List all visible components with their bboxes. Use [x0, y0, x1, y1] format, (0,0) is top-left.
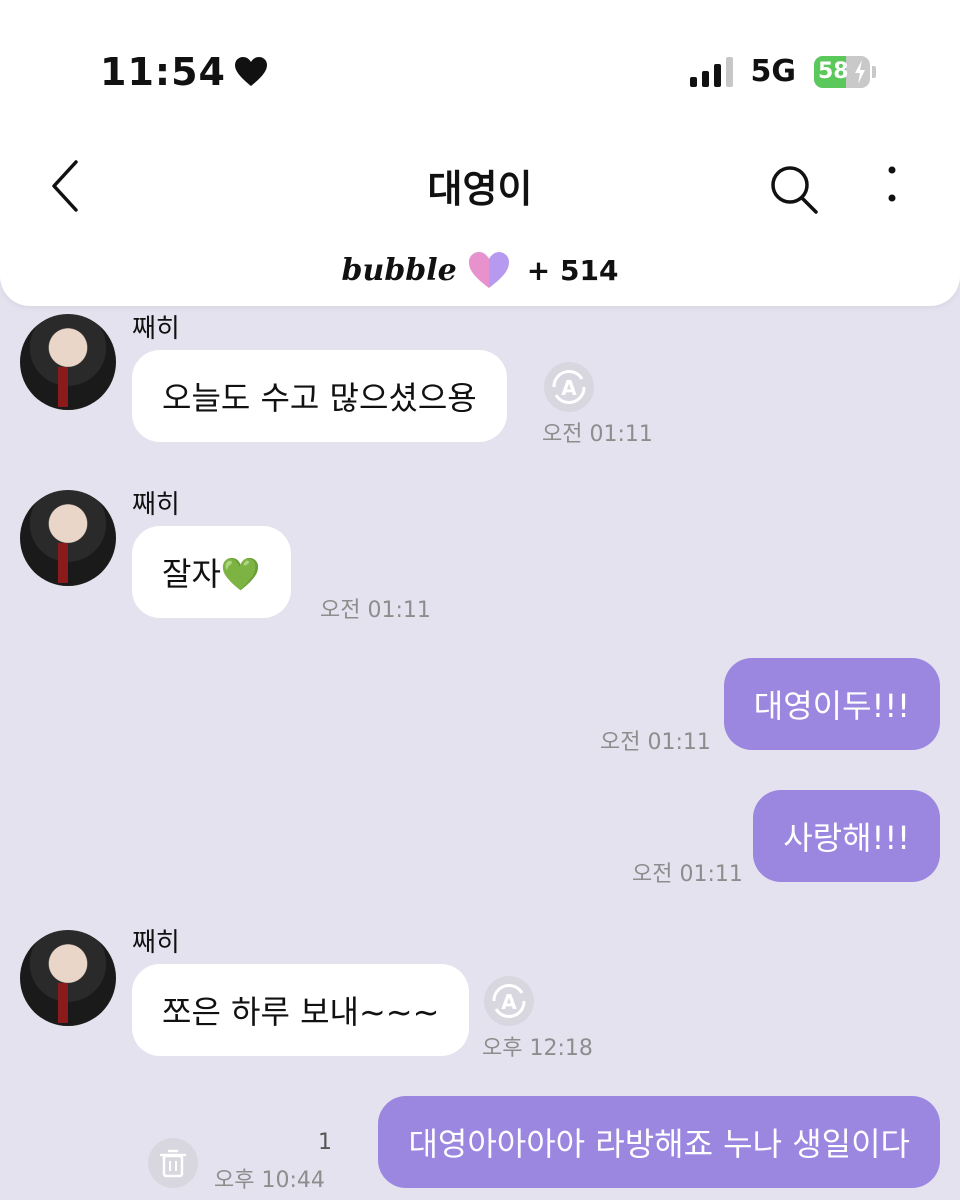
sender-name: 째히 [132, 314, 180, 344]
svg-text:A: A [561, 376, 577, 400]
svg-text:A: A [501, 990, 517, 1014]
translate-button[interactable]: A [482, 974, 536, 1032]
message-time: 오전 01:11 [600, 730, 711, 755]
message-time: 오후 10:44 [214, 1168, 325, 1193]
outgoing-message[interactable]: 대영아아아아 라방해죠 누나 생일이다 [378, 1096, 940, 1188]
trash-icon [148, 1138, 198, 1188]
more-vertical-icon [888, 166, 896, 202]
battery-icon: 58 [814, 55, 870, 88]
search-icon [771, 166, 818, 214]
message-time: 오전 01:11 [632, 862, 743, 887]
more-options-button[interactable] [872, 160, 912, 210]
outgoing-message[interactable]: 대영이두!!! [723, 658, 940, 750]
plan-count: + 514 [526, 253, 619, 287]
bubble-heart-icon [468, 252, 509, 288]
avatar[interactable] [20, 490, 116, 586]
message-time: 오전 01:11 [320, 598, 431, 623]
message-time: 오전 01:11 [542, 422, 653, 447]
avatar[interactable] [20, 314, 116, 410]
bubble-plan-banner[interactable]: bubble + 514 [0, 250, 960, 290]
sender-name: 째히 [132, 490, 180, 520]
delete-button[interactable] [146, 1136, 200, 1194]
battery-level: 58 [818, 59, 849, 84]
clock: 11:54 [100, 50, 226, 94]
message-time: 오후 12:18 [482, 1036, 593, 1061]
incoming-message[interactable]: 쪼은 하루 보내~~~ [132, 964, 470, 1056]
unread-count: 1 [318, 1130, 332, 1155]
signal-icon [689, 56, 733, 87]
search-button[interactable] [764, 160, 824, 220]
translate-icon: A [544, 362, 594, 412]
heart-icon [234, 56, 268, 88]
sender-name: 째히 [132, 928, 180, 958]
incoming-message[interactable]: 오늘도 수고 많으셨으용 [132, 350, 507, 442]
status-time: 11:54 [100, 50, 268, 94]
message-list[interactable]: 째히 오늘도 수고 많으셨으용 A 오전 01:11 째히 잘자💚 오전 01:… [0, 306, 960, 1200]
avatar[interactable] [20, 930, 116, 1026]
translate-icon: A [484, 976, 534, 1026]
incoming-message[interactable]: 잘자💚 [132, 526, 291, 618]
outgoing-message[interactable]: 사랑해!!! [753, 790, 940, 882]
bubble-logo: bubble [341, 252, 457, 288]
network-type: 5G [750, 54, 797, 89]
translate-button[interactable]: A [542, 360, 596, 418]
status-indicators: 5G 58 [689, 54, 876, 89]
chat-header: 11:54 5G 58 대영이 bubble + 514 [0, 0, 960, 306]
